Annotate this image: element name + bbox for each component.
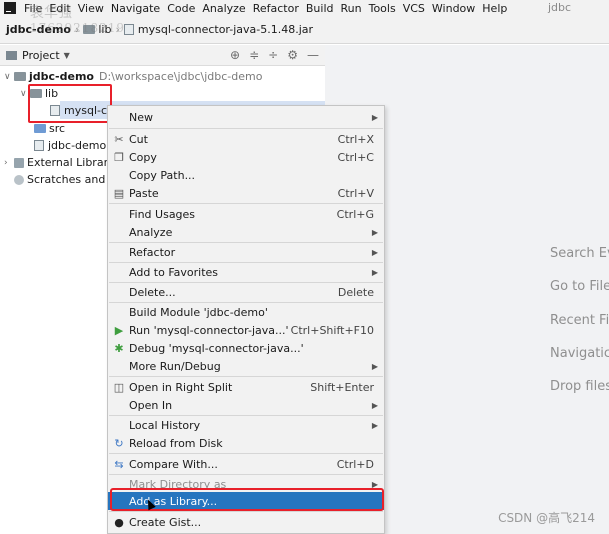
intellij-logo-icon [4,2,16,14]
menu-item-new[interactable]: New ▶ [108,108,384,126]
run-icon: ▶ [114,323,124,337]
menu-item-refactor[interactable]: Refactor ▶ [108,243,384,261]
tree-node-scratches[interactable]: Scratches and C [14,171,117,188]
chevron-right-icon: ▶ [371,400,378,410]
menu-window[interactable]: Window [432,2,475,15]
menu-item-analyze[interactable]: Analyze ▶ [108,223,384,241]
context-menu: New ▶ ✂ Cut Ctrl+X ❐ Copy Ctrl+C Copy Pa… [107,105,385,534]
split-view-icon: ◫ [113,380,125,394]
menu-separator [109,376,383,377]
module-folder-icon [14,72,26,81]
menu-separator [109,203,383,204]
scratches-icon [14,174,24,185]
menu-item-copy-path[interactable]: Copy Path... [108,166,384,184]
menu-item-debug[interactable]: ✱ Debug 'mysql-connector-java...' [108,339,384,357]
locate-icon[interactable]: ⊕ [230,48,240,62]
chevron-right-icon: ▶ [371,112,378,122]
csdn-watermark: CSDN @高飞214 [498,511,595,525]
project-panel-toolbar: ⊕ ≑ ÷ ⚙ — [230,48,319,62]
minimize-icon[interactable]: — [307,48,319,62]
tree-scratches-label: Scratches and C [27,173,117,186]
chevron-right-icon: ▶ [371,420,378,430]
menu-build[interactable]: Build [306,2,334,15]
menu-item-local-history[interactable]: Local History ▶ [108,416,384,434]
chevron-right-icon: ▶ [371,247,378,257]
project-panel-title[interactable]: Project [22,49,60,62]
debug-icon: ✱ [114,341,124,355]
watermark-number: 17629218219 [30,21,125,35]
menu-tools[interactable]: Tools [369,2,396,15]
hint-recent-files: Recent Fi [550,313,609,328]
hint-navigation-bar: Navigatic [550,346,609,361]
menu-help[interactable]: Help [482,2,507,15]
compare-icon: ⇆ [114,457,124,471]
github-icon: ● [114,515,124,529]
project-panel-header: Project ▼ ⊕ ≑ ÷ ⚙ — [0,45,325,66]
chevron-right-icon: ▶ [371,227,378,237]
hint-search-everywhere: Search Ev [550,246,609,261]
menu-item-open-in[interactable]: Open In ▶ [108,396,384,414]
menu-separator [109,511,383,512]
menu-analyze[interactable]: Analyze [202,2,245,15]
menu-refactor[interactable]: Refactor [253,2,299,15]
tree-external-label: External Librari [27,156,112,169]
project-view-icon [6,50,17,60]
menu-item-run[interactable]: ▶ Run 'mysql-connector-java...' Ctrl+Shi… [108,321,384,339]
jar-file-icon [123,24,134,35]
tree-node-src[interactable]: src [34,120,65,137]
chevron-down-icon[interactable]: ▼ [64,51,70,60]
copy-icon: ❐ [114,150,124,164]
window-project-name: jdbc [548,1,572,14]
tree-node-root[interactable]: ∨ jdbc-demo D:\workspace\jdbc\jdbc-demo [4,68,262,85]
menu-item-delete[interactable]: Delete... Delete [108,283,384,301]
chevron-right-icon[interactable]: › [4,158,14,168]
watermark-name: 袁华强 [30,5,72,21]
menu-item-create-gist[interactable]: ● Create Gist... [108,513,384,531]
breadcrumb-file[interactable]: mysql-connector-java-5.1.48.jar [138,23,313,36]
menu-separator [109,453,383,454]
source-folder-icon [34,124,46,133]
menu-item-cut[interactable]: ✂ Cut Ctrl+X [108,130,384,148]
menu-item-build-module[interactable]: Build Module 'jdbc-demo' [108,303,384,321]
tree-iml-label: jdbc-demo. [48,139,110,152]
menu-item-open-right-split[interactable]: ◫ Open in Right Split Shift+Enter [108,378,384,396]
menu-item-reload-from-disk[interactable]: ↻ Reload from Disk [108,434,384,452]
chevron-right-icon: ▶ [371,267,378,277]
tree-node-iml[interactable]: jdbc-demo. [34,137,110,154]
hint-go-to-file: Go to File [550,279,609,294]
tree-node-external[interactable]: › External Librari [4,154,111,171]
menu-item-copy[interactable]: ❐ Copy Ctrl+C [108,148,384,166]
menu-item-find-usages[interactable]: Find Usages Ctrl+G [108,205,384,223]
menu-item-paste[interactable]: ▤ Paste Ctrl+V [108,184,384,202]
menu-item-compare-with[interactable]: ⇆ Compare With... Ctrl+D [108,455,384,473]
tree-src-label: src [49,122,66,135]
gear-icon[interactable]: ⚙ [287,48,298,62]
menu-code[interactable]: Code [167,2,195,15]
menu-separator [109,128,383,129]
library-icon [14,157,24,168]
chevron-down-icon[interactable]: ∨ [4,72,14,82]
paste-icon: ▤ [113,186,125,200]
chevron-right-icon: ▶ [371,361,378,371]
watermark: 袁华强 17629218219 [30,6,125,36]
annotation-highlight-box [28,84,112,123]
hint-drop-files: Drop files [550,379,609,394]
collapse-all-icon[interactable]: ÷ [268,48,278,62]
scissors-icon: ✂ [114,132,124,146]
menu-item-add-to-favorites[interactable]: Add to Favorites ▶ [108,263,384,281]
menu-item-more-run-debug[interactable]: More Run/Debug ▶ [108,357,384,375]
menu-vcs[interactable]: VCS [403,2,425,15]
iml-file-icon [34,140,44,151]
reload-icon: ↻ [114,436,124,450]
expand-all-icon[interactable]: ≑ [249,48,259,62]
tree-root-label: jdbc-demo [29,70,94,83]
tree-root-path: D:\workspace\jdbc\jdbc-demo [98,70,263,83]
menu-run[interactable]: Run [341,2,362,15]
